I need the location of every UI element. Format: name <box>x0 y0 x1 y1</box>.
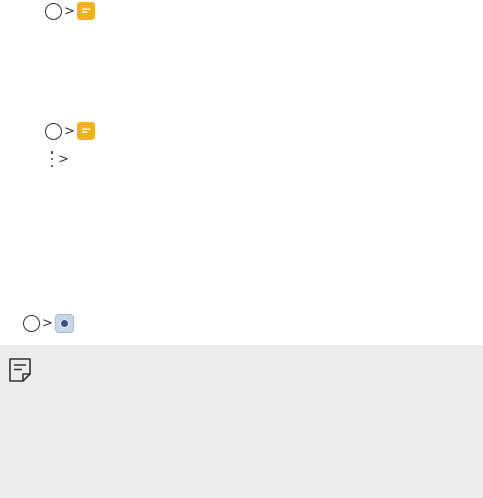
note-icon <box>8 357 32 388</box>
chevron-right-icon: > <box>58 151 69 167</box>
chevron-right-icon: > <box>64 3 75 19</box>
note-box <box>0 345 483 498</box>
chevron-right-icon: > <box>42 315 53 331</box>
camera-app-icon <box>54 313 74 333</box>
path-home-camera: > <box>23 312 74 334</box>
home-button-icon <box>23 314 40 332</box>
path-more-options: > <box>48 148 71 170</box>
more-options-icon <box>48 150 56 168</box>
path-home-messaging-2: > <box>45 120 95 142</box>
home-button-icon <box>45 122 62 140</box>
home-button-icon <box>45 2 62 20</box>
path-home-messaging-1: > <box>45 0 95 22</box>
messaging-app-icon <box>76 122 95 140</box>
chevron-right-icon: > <box>64 123 75 139</box>
messaging-app-icon <box>76 2 95 20</box>
